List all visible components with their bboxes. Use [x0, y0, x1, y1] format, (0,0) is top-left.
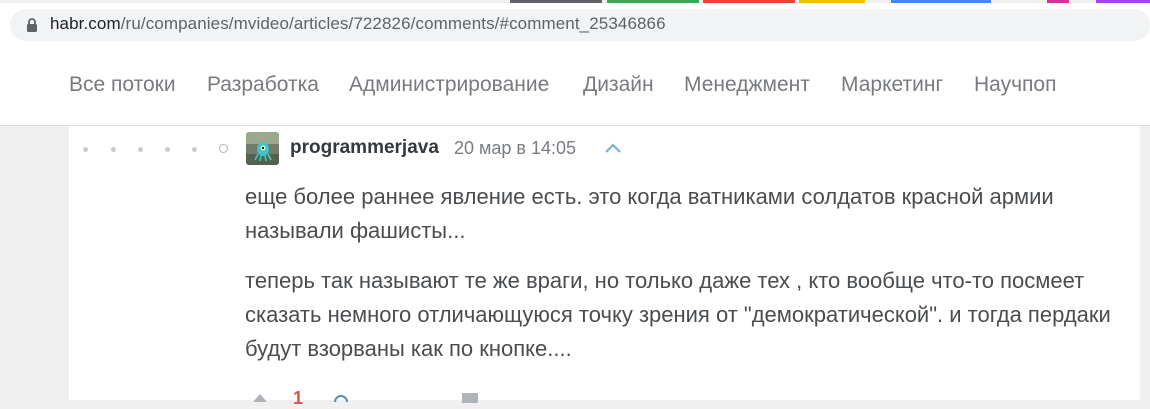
site-nav: Все потоки Разработка Администрирование … — [0, 47, 1150, 126]
comment-score: 1 — [293, 388, 304, 408]
thread-level-dot — [138, 147, 143, 152]
chevron-up-icon[interactable] — [603, 141, 623, 155]
lock-icon[interactable] — [26, 17, 38, 33]
bookmark-icon[interactable] — [333, 392, 349, 402]
comment-paragraph: еще более раннее явление есть. это когда… — [245, 184, 1054, 243]
nav-item-administration[interactable]: Администрирование — [349, 73, 549, 97]
url-host: habr.com — [50, 14, 121, 33]
thread-level-dot — [165, 147, 170, 152]
nav-item-development[interactable]: Разработка — [207, 73, 319, 97]
browser-address-bar: habr.com/ru/companies/mvideo/articles/72… — [0, 3, 1150, 47]
comment-time[interactable]: 20 мар в 14:05 — [454, 138, 576, 159]
vote-up-icon[interactable] — [251, 392, 269, 402]
nav-item-marketing[interactable]: Маркетинг — [841, 73, 943, 97]
url-text[interactable]: habr.com/ru/companies/mvideo/articles/72… — [50, 14, 666, 34]
thread-level-dot — [83, 147, 88, 152]
nav-item-management[interactable]: Менеджмент — [684, 73, 810, 97]
flag-icon[interactable] — [462, 393, 478, 403]
user-avatar-icon[interactable] — [246, 132, 279, 165]
url-path: /ru/companies/mvideo/articles/722826/com… — [120, 14, 666, 33]
nav-item-all-flows[interactable]: Все потоки — [69, 73, 176, 97]
comment-paragraph: теперь так называют те же враги, но толь… — [245, 268, 1111, 361]
thread-level-dot — [111, 147, 116, 152]
thread-current-level-dot[interactable] — [219, 144, 228, 153]
nav-item-popular-science[interactable]: Научпоп — [974, 73, 1056, 97]
thread-level-dot — [192, 147, 197, 152]
nav-item-design[interactable]: Дизайн — [583, 73, 654, 97]
comment-author[interactable]: programmerjava — [290, 137, 439, 159]
